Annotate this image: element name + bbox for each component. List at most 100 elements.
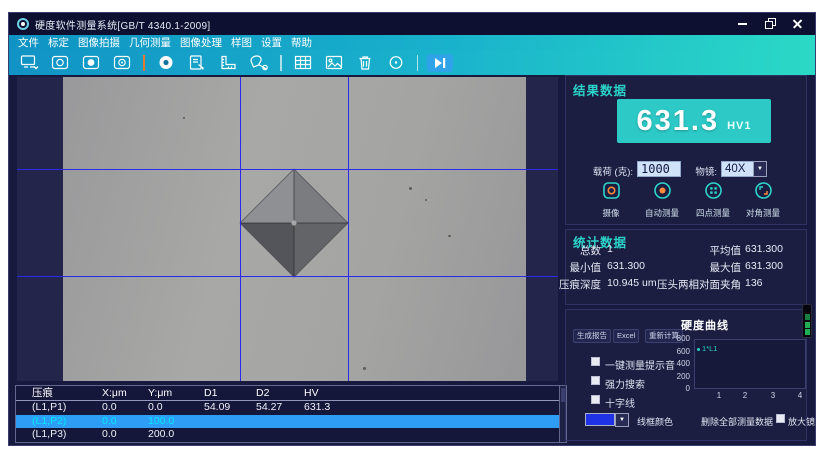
target-icon[interactable] [154, 53, 178, 73]
measure-line-vertical-right[interactable] [348, 77, 349, 381]
stat-max-label: 最大值 [709, 262, 742, 274]
auto-measure-button[interactable]: 自动测量 [639, 181, 685, 219]
ytick-0: 0 [685, 384, 690, 393]
surface-speck [425, 199, 427, 201]
menu-settings[interactable]: 设置 [261, 35, 282, 50]
frame-color-swatch [585, 413, 615, 426]
level-indicator [802, 304, 812, 338]
cell-hv [304, 428, 352, 442]
auto-measure-button-label: 自动测量 [644, 208, 679, 218]
excel-export-button[interactable]: Excel [613, 329, 640, 343]
col-header-d2: D2 [256, 387, 270, 399]
image-viewport[interactable] [17, 77, 558, 381]
stat-depth-label: 压痕深度 [559, 279, 601, 291]
delete-all-button[interactable]: 删除全部测量数据 [701, 415, 773, 428]
surface-speck [409, 187, 412, 190]
menu-image-processing[interactable]: 图像处理 [180, 35, 222, 50]
record-icon[interactable] [384, 53, 408, 73]
col-header-x: X:μm [102, 387, 127, 399]
cell-d2 [256, 415, 304, 429]
restore-icon[interactable] [761, 17, 779, 31]
measure-line-horizontal-bottom[interactable] [17, 276, 558, 277]
camera-button-label: 摄像 [602, 208, 620, 218]
chevron-down-icon[interactable]: ▼ [615, 413, 629, 427]
close-icon[interactable] [789, 17, 807, 31]
app-window: 硬度软件测量系统[GB/T 4340.1-2009] 文件 标定 图像拍摄 几何… [8, 12, 816, 446]
ytick-800: 800 [676, 334, 690, 343]
camera-button[interactable]: 摄像 [588, 181, 634, 219]
stat-max-value: 631.300 [745, 260, 783, 272]
window-title: 硬度软件测量系统[GB/T 4340.1-2009] [35, 20, 211, 32]
surface-speck [363, 367, 366, 370]
indentation-diamond [239, 168, 349, 278]
menu-geometry-measure[interactable]: 几何测量 [129, 35, 171, 50]
col-header-hv: HV [304, 387, 319, 399]
crosshair-checkbox-label: 十字线 [605, 399, 635, 410]
cell-d2 [256, 428, 304, 442]
chevron-down-icon[interactable]: ▼ [753, 161, 767, 177]
measure-line-vertical-left[interactable] [240, 77, 241, 381]
stat-angle-value: 136 [745, 277, 763, 289]
menu-file[interactable]: 文件 [18, 35, 39, 50]
ruler-icon[interactable] [216, 53, 240, 73]
stat-min-value: 631.300 [607, 260, 645, 272]
report-edit-icon[interactable] [185, 53, 209, 73]
app-logo-icon [17, 18, 29, 30]
toolbar-separator-2 [416, 54, 418, 71]
cell-x: 0.0 [102, 414, 117, 427]
menu-image-capture[interactable]: 图像拍摄 [78, 35, 120, 50]
frame-color-select[interactable]: ▼ [585, 413, 629, 427]
strong-search-checkbox[interactable] [591, 376, 600, 385]
beep-checkbox[interactable] [591, 357, 600, 366]
table-row-selected[interactable]: (L1,P2) 0.0 100.0 [16, 414, 566, 429]
hardness-result-display: 631.3 HV1 [617, 99, 771, 143]
diagonal-measure-button-label: 对角测量 [745, 208, 780, 218]
stat-angle-label: 压头两相对面夹角 [657, 279, 741, 291]
diagonal-measure-button[interactable]: 对角测量 [740, 181, 786, 219]
ytick-600: 600 [676, 346, 690, 356]
load-label: 载荷 (克): [592, 167, 633, 178]
capture-device-icon[interactable] [17, 53, 41, 73]
minimize-icon[interactable] [733, 17, 751, 31]
frame-color-label: 线框颜色 [637, 417, 674, 427]
col-header-y: Y:μm [148, 387, 173, 399]
angle-measure-icon[interactable] [247, 53, 271, 73]
magnifier-checkbox[interactable] [776, 414, 785, 423]
image-gallery-icon[interactable] [322, 53, 346, 73]
snapshot-filled-icon[interactable] [79, 53, 103, 73]
snapshot-live-icon[interactable] [110, 53, 134, 73]
stat-average-label: 平均值 [709, 245, 742, 257]
cell-d1: 54.09 [204, 401, 231, 413]
auto-run-icon[interactable] [427, 53, 453, 72]
cell-indent: (L1,P2) [32, 414, 67, 427]
objective-value: 40X [721, 161, 753, 177]
col-header-indent: 压痕 [32, 387, 53, 399]
right-panel: 结果数据 631.3 HV1 载荷 (克): 1000 物镜: 40X ▼ 摄像… [557, 73, 815, 445]
snapshot-icon[interactable] [48, 53, 72, 73]
chart-point-label: 1*L1 [702, 344, 718, 353]
data-table-icon[interactable] [291, 53, 315, 73]
four-point-measure-button[interactable]: 四点测量 [690, 181, 736, 219]
cell-x: 0.0 [102, 428, 117, 440]
stat-min-label: 最小值 [569, 262, 602, 274]
measure-line-horizontal-top[interactable] [17, 169, 558, 170]
cell-y: 100.0 [148, 414, 175, 427]
cell-d1 [204, 415, 256, 429]
table-row[interactable]: (L1,P3) 0.0 200.0 [16, 428, 566, 442]
ytick-200: 200 [676, 371, 690, 381]
cell-hv [304, 415, 352, 429]
toolbar [9, 50, 815, 75]
table-row[interactable]: (L1,P1) 0.0 0.0 54.09 54.27 631.3 [16, 401, 566, 415]
objective-select[interactable]: 40X ▼ [721, 161, 767, 177]
title-bar: 硬度软件测量系统[GB/T 4340.1-2009] [9, 13, 815, 35]
objective-label: 物镜: [695, 167, 717, 178]
result-section-title: 结果数据 [573, 84, 628, 98]
crosshair-checkbox[interactable] [591, 395, 600, 404]
generate-report-button[interactable]: 生成报告 [573, 329, 611, 343]
menu-sample-image[interactable]: 样图 [231, 35, 252, 50]
trash-icon[interactable] [353, 53, 377, 73]
menu-calibration[interactable]: 标定 [48, 35, 69, 50]
menu-help[interactable]: 帮助 [291, 35, 312, 50]
cell-x: 0.0 [102, 401, 117, 413]
load-input[interactable]: 1000 [637, 161, 681, 177]
